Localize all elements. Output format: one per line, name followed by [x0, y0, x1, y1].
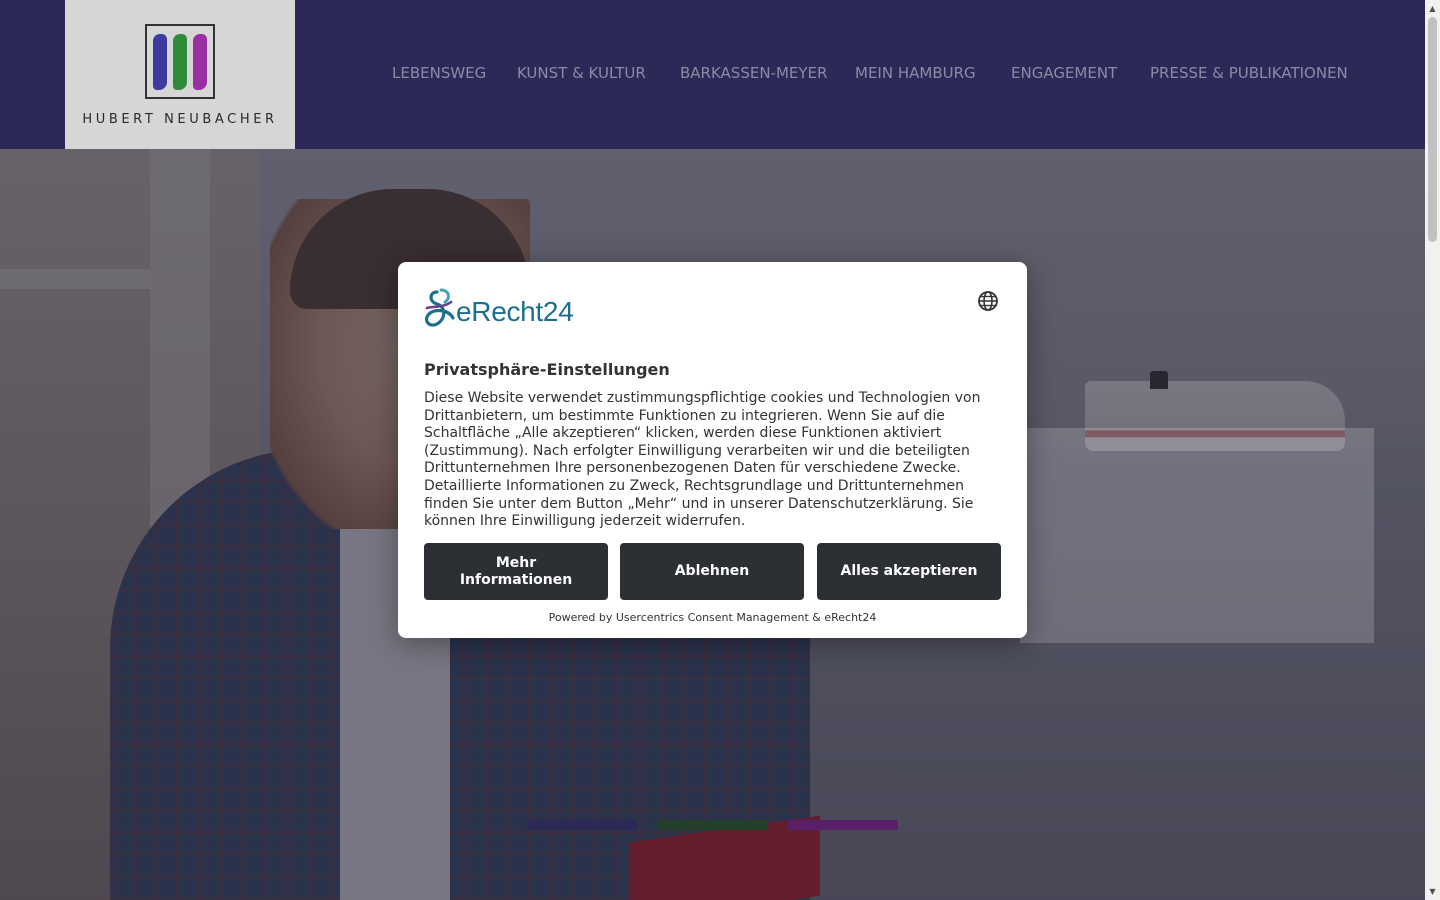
cookie-consent-dialog: eRecht24 Privatsphäre-Einstellungen Dies… [398, 262, 1027, 638]
hero-text-panel [1020, 428, 1374, 643]
nav-item-barkassen-meyer[interactable]: BARKASSEN-MEYER [680, 64, 827, 82]
nav-item-mein-hamburg[interactable]: MEIN HAMBURG [855, 64, 976, 82]
page-scrollbar[interactable]: ▲ ▼ [1425, 0, 1440, 900]
dialog-description: Diese Website verwendet zustimmungspflic… [424, 390, 981, 530]
nav-item-presse-publikationen[interactable]: PRESSE & PUBLIKATIONEN [1150, 64, 1348, 82]
slider-indicator-2[interactable] [658, 820, 768, 830]
slider-indicator-1[interactable] [527, 820, 637, 830]
powered-by-text: Powered by Usercentrics Consent Manageme… [548, 611, 877, 624]
deny-button[interactable]: Ablehnen [620, 543, 804, 600]
accept-all-button[interactable]: Alles akzeptieren [817, 543, 1001, 600]
erecht24-brand-name: eRecht24 [456, 296, 574, 327]
nav-item-lebensweg[interactable]: LEBENSWEG [392, 64, 486, 82]
logo-text: HUBERT NEUBACHER [82, 112, 278, 127]
slider-indicator-3[interactable] [788, 820, 898, 830]
more-information-button[interactable]: Mehr Informationen [424, 543, 608, 600]
nav-item-kunst-kultur[interactable]: KUNST & KULTUR [517, 64, 646, 82]
erecht24-mark-icon [424, 288, 455, 327]
nav-item-engagement[interactable]: ENGAGEMENT [1011, 64, 1117, 82]
scroll-down-arrow-icon[interactable]: ▼ [1425, 885, 1440, 900]
scroll-up-arrow-icon[interactable]: ▲ [1425, 0, 1440, 15]
dialog-title: Privatsphäre-Einstellungen [424, 360, 670, 379]
globe-icon[interactable] [977, 290, 999, 312]
site-header: HUBERT NEUBACHER LEBENSWEG KUNST & KULTU… [0, 0, 1425, 149]
erecht24-logo: eRecht24 [423, 288, 593, 330]
main-navigation: LEBENSWEG KUNST & KULTUR BARKASSEN-MEYER… [0, 64, 1425, 88]
scroll-thumb[interactable] [1428, 17, 1437, 242]
